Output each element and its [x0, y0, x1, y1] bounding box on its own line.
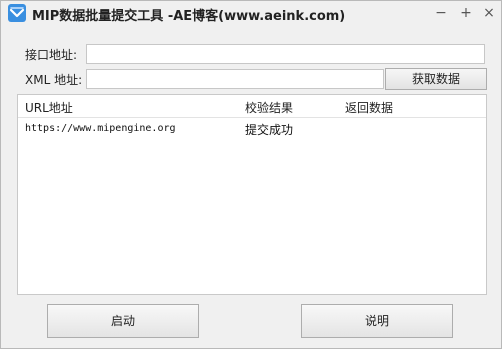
maximize-button[interactable]: + — [456, 3, 476, 23]
column-header-status[interactable]: 校验结果 — [245, 99, 293, 116]
app-window: MIP数据批量提交工具 -AE博客(www.aeink.com) − + × 接… — [0, 0, 502, 349]
xml-address-input[interactable] — [86, 69, 384, 89]
results-table[interactable]: URL地址 校验结果 返回数据 https://www.mipengine.or… — [17, 94, 487, 295]
api-address-label: 接口地址: — [25, 48, 78, 62]
row-status: 提交成功 — [245, 123, 294, 137]
column-header-response[interactable]: 返回数据 — [345, 99, 393, 116]
column-header-url[interactable]: URL地址 — [25, 99, 73, 116]
window-title: MIP数据批量提交工具 -AE博客(www.aeink.com) — [32, 9, 346, 24]
app-logo-icon — [8, 4, 26, 22]
help-button[interactable]: 说明 — [301, 304, 453, 338]
close-button[interactable]: × — [479, 3, 499, 23]
title-bar[interactable]: MIP数据批量提交工具 -AE博客(www.aeink.com) − + × — [1, 1, 501, 27]
table-header: URL地址 校验结果 返回数据 — [18, 95, 486, 118]
start-button[interactable]: 启动 — [47, 304, 199, 338]
xml-address-label: XML 地址: — [25, 73, 83, 87]
minimize-button[interactable]: − — [431, 3, 451, 23]
row-url: https://www.mipengine.org — [25, 123, 176, 134]
api-address-input[interactable] — [86, 44, 485, 64]
table-row[interactable]: https://www.mipengine.org 提交成功 — [18, 119, 486, 137]
fetch-data-button[interactable]: 获取数据 — [385, 68, 487, 90]
